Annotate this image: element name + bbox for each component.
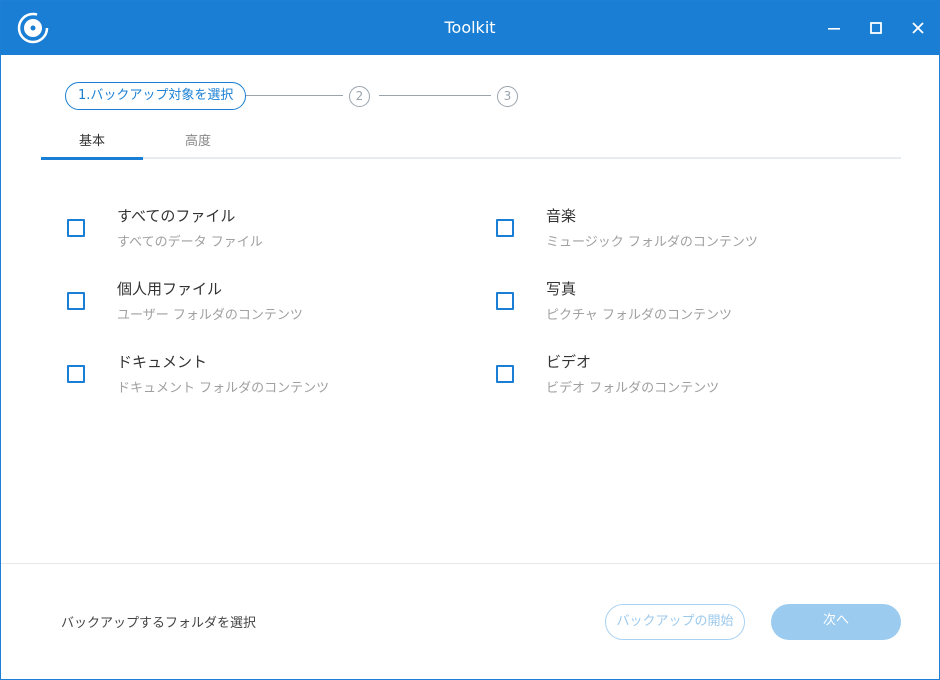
tab-basic[interactable]: 基本: [41, 129, 143, 160]
next-button[interactable]: 次へ: [771, 604, 901, 640]
option-title: ドキュメント: [117, 353, 208, 371]
title-bar: Toolkit: [1, 1, 939, 55]
option-subtitle: ピクチャ フォルダのコンテンツ: [546, 308, 733, 323]
checkbox[interactable]: [496, 365, 514, 383]
option-personal-files[interactable]: 個人用ファイル ユーザー フォルダのコンテンツ: [67, 278, 427, 330]
close-icon: [912, 22, 924, 34]
window-title: Toolkit: [444, 18, 496, 37]
app-window: Toolkit 1.バックアップ対象を選択 2 3 基本 高度 すべてのファイル…: [0, 0, 940, 680]
option-subtitle: ミュージック フォルダのコンテンツ: [546, 235, 758, 250]
maximize-icon: [870, 22, 882, 34]
checkbox[interactable]: [496, 292, 514, 310]
checkbox[interactable]: [67, 365, 85, 383]
option-title: 写真: [546, 280, 577, 298]
option-videos[interactable]: ビデオ ビデオ フォルダのコンテンツ: [496, 351, 856, 403]
option-documents[interactable]: ドキュメント ドキュメント フォルダのコンテンツ: [67, 351, 427, 403]
option-all-files[interactable]: すべてのファイル すべてのデータ ファイル: [67, 205, 427, 257]
footer-divider: [1, 563, 939, 564]
option-subtitle: すべてのデータ ファイル: [117, 235, 263, 250]
select-folder-link[interactable]: バックアップするフォルダを選択: [61, 612, 256, 631]
close-button[interactable]: [905, 15, 931, 41]
option-photos[interactable]: 写真 ピクチャ フォルダのコンテンツ: [496, 278, 856, 330]
checkbox[interactable]: [67, 219, 85, 237]
option-subtitle: ビデオ フォルダのコンテンツ: [546, 381, 720, 396]
checkbox[interactable]: [67, 292, 85, 310]
tab-advanced[interactable]: 高度: [147, 129, 249, 159]
minimize-button[interactable]: [821, 15, 847, 41]
option-music[interactable]: 音楽 ミュージック フォルダのコンテンツ: [496, 205, 856, 257]
step-connector: [231, 95, 343, 96]
step-connector: [379, 95, 491, 96]
step-3: 3: [497, 86, 518, 107]
tab-bar: 基本 高度: [41, 129, 901, 160]
option-title: ビデオ: [546, 353, 592, 371]
maximize-button[interactable]: [863, 15, 889, 41]
step-2: 2: [349, 86, 370, 107]
minimize-icon: [828, 28, 840, 30]
step-1-active: 1.バックアップ対象を選択: [65, 82, 247, 110]
start-backup-button[interactable]: バックアップの開始: [605, 604, 745, 640]
option-subtitle: ドキュメント フォルダのコンテンツ: [117, 381, 330, 396]
option-title: すべてのファイル: [117, 207, 236, 225]
step-indicator: 1.バックアップ対象を選択 2 3: [65, 82, 545, 110]
option-title: 音楽: [546, 207, 577, 225]
checkbox[interactable]: [496, 219, 514, 237]
option-subtitle: ユーザー フォルダのコンテンツ: [117, 308, 303, 323]
option-title: 個人用ファイル: [117, 280, 223, 298]
